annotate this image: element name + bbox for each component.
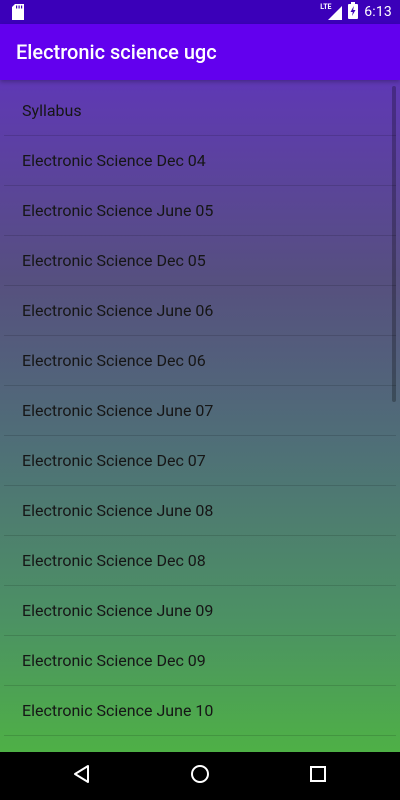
app-bar: Electronic science ugc xyxy=(0,24,400,80)
list-item-label: Syllabus xyxy=(22,101,82,120)
list-item-label: Electronic Science June 10 xyxy=(22,701,214,720)
status-bar: LTE 6:13 xyxy=(0,0,400,24)
list-item-dec-05[interactable]: Electronic Science Dec 05 xyxy=(4,236,396,286)
list-item-label: Electronic Science Dec 04 xyxy=(22,151,206,170)
list-item-label: Electronic Science June 08 xyxy=(22,501,214,520)
list-item-june-06[interactable]: Electronic Science June 06 xyxy=(4,286,396,336)
list-item-dec-08[interactable]: Electronic Science Dec 08 xyxy=(4,536,396,586)
list-item-june-10[interactable]: Electronic Science June 10 xyxy=(4,686,396,736)
list-item-label: Electronic Science June 05 xyxy=(22,201,214,220)
list-item-label: Electronic Science June 09 xyxy=(22,601,214,620)
battery-charging-icon xyxy=(348,1,359,23)
home-button[interactable] xyxy=(176,752,224,800)
list-item-dec-09[interactable]: Electronic Science Dec 09 xyxy=(4,636,396,686)
status-time: 6:13 xyxy=(364,4,392,20)
paper-list: Syllabus Electronic Science Dec 04 Elect… xyxy=(4,86,396,736)
list-item-june-09[interactable]: Electronic Science June 09 xyxy=(4,586,396,636)
list-container[interactable]: Syllabus Electronic Science Dec 04 Elect… xyxy=(0,80,400,752)
nav-bar xyxy=(0,752,400,800)
list-item-june-08[interactable]: Electronic Science June 08 xyxy=(4,486,396,536)
list-item-label: Electronic Science June 07 xyxy=(22,401,214,420)
home-circle-icon xyxy=(190,764,210,788)
list-item-label: Electronic Science Dec 07 xyxy=(22,451,206,470)
scrollbar[interactable] xyxy=(392,86,396,402)
list-item-syllabus[interactable]: Syllabus xyxy=(4,86,396,136)
back-button[interactable] xyxy=(58,752,106,800)
list-item-label: Electronic Science Dec 06 xyxy=(22,351,206,370)
list-item-label: Electronic Science Dec 09 xyxy=(22,651,206,670)
list-item-label: Electronic Science Dec 05 xyxy=(22,251,206,270)
lte-signal-icon: LTE xyxy=(320,3,343,20)
sd-card-icon xyxy=(12,4,24,20)
list-item-label: Electronic Science Dec 08 xyxy=(22,551,206,570)
recents-square-icon xyxy=(309,765,327,787)
recents-button[interactable] xyxy=(294,752,342,800)
list-item-june-07[interactable]: Electronic Science June 07 xyxy=(4,386,396,436)
list-item-june-05[interactable]: Electronic Science June 05 xyxy=(4,186,396,236)
list-item-dec-06[interactable]: Electronic Science Dec 06 xyxy=(4,336,396,386)
list-item-label: Electronic Science June 06 xyxy=(22,301,214,320)
list-item-dec-04[interactable]: Electronic Science Dec 04 xyxy=(4,136,396,186)
back-triangle-icon xyxy=(72,764,92,788)
app-title: Electronic science ugc xyxy=(16,40,217,64)
list-item-dec-07[interactable]: Electronic Science Dec 07 xyxy=(4,436,396,486)
